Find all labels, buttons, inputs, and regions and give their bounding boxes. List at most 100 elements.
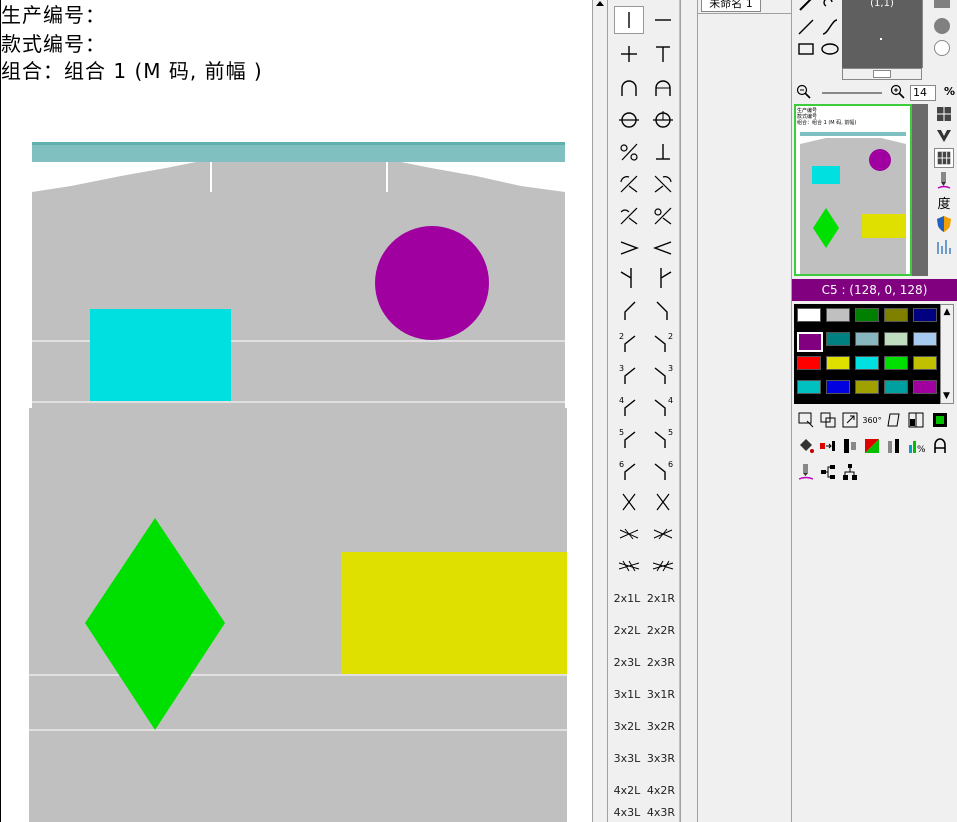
circle-split-tool[interactable] bbox=[648, 106, 678, 134]
chevron-down-icon[interactable]: ▼ bbox=[943, 391, 950, 401]
percent-slash-tool[interactable] bbox=[614, 138, 644, 166]
tool-2x1l[interactable]: 2x1L bbox=[612, 584, 642, 612]
cut-wave-mirror-tool[interactable] bbox=[648, 202, 678, 230]
percent-tool[interactable]: % bbox=[906, 436, 926, 456]
drawing-canvas[interactable]: 生产编号： 款式编号： 组合：组合 1 (M 码, 前幅 ) bbox=[0, 0, 592, 822]
thumbnail-scrollbar[interactable] bbox=[912, 104, 928, 276]
purple-circle[interactable] bbox=[375, 226, 489, 340]
tool-palette-scrollbar[interactable] bbox=[680, 0, 698, 822]
tool-4x3l[interactable]: 4x3L bbox=[612, 806, 642, 822]
color-swatch[interactable] bbox=[826, 380, 850, 394]
curve-icon[interactable] bbox=[820, 17, 840, 37]
tool-4x2r[interactable]: 4x2R bbox=[646, 776, 676, 804]
color-swatch[interactable] bbox=[913, 356, 937, 370]
double-x-alt-tool[interactable] bbox=[648, 520, 678, 548]
corner-right-6-tool[interactable]: 6 bbox=[648, 456, 678, 484]
tool-3x3l[interactable]: 3x3L bbox=[612, 744, 642, 772]
color-swatch[interactable] bbox=[913, 332, 937, 346]
ellipse-icon[interactable] bbox=[820, 39, 840, 59]
color-swatch[interactable] bbox=[884, 332, 908, 346]
double-x-tool[interactable] bbox=[614, 520, 644, 548]
spiral-icon[interactable] bbox=[820, 0, 840, 12]
cut-arc-tool[interactable] bbox=[614, 170, 644, 198]
color-swatch[interactable] bbox=[855, 332, 879, 346]
garment-pattern[interactable] bbox=[1, 0, 593, 822]
corner-right-tool[interactable] bbox=[648, 296, 678, 324]
fill-color-tool[interactable] bbox=[930, 410, 950, 430]
corner-left-3-tool[interactable]: 3 bbox=[614, 360, 644, 388]
corner-right-3-tool[interactable]: 3 bbox=[648, 360, 678, 388]
copy-tool[interactable] bbox=[818, 410, 838, 430]
line-icon[interactable] bbox=[796, 17, 816, 37]
color-swatch[interactable] bbox=[855, 380, 879, 394]
color-swatch[interactable] bbox=[884, 308, 908, 322]
color-swatch-selected[interactable] bbox=[797, 332, 823, 352]
cut-arc-mirror-tool[interactable] bbox=[648, 170, 678, 198]
color-swatch[interactable] bbox=[826, 332, 850, 346]
t-junction-tool[interactable] bbox=[648, 40, 678, 68]
rectangle-icon[interactable] bbox=[796, 39, 816, 59]
horizontal-line-tool[interactable] bbox=[648, 6, 678, 34]
document-tab[interactable]: 未命名 1 bbox=[701, 0, 761, 12]
bar-chart-icon[interactable] bbox=[934, 236, 954, 256]
color-swatch[interactable] bbox=[826, 356, 850, 370]
tool-2x1r[interactable]: 2x1R bbox=[646, 584, 676, 612]
zoom-out-icon[interactable] bbox=[796, 84, 812, 100]
tree-tool[interactable] bbox=[840, 462, 860, 482]
color-swatch[interactable] bbox=[855, 308, 879, 322]
corner-left-4-tool[interactable]: 4 bbox=[614, 392, 644, 420]
color-swatch[interactable] bbox=[797, 380, 821, 394]
corner-right-5-tool[interactable]: 5 bbox=[648, 424, 678, 452]
move-color-tool[interactable] bbox=[818, 436, 838, 456]
tool-3x3r[interactable]: 3x3R bbox=[646, 744, 676, 772]
align-tool[interactable] bbox=[840, 436, 860, 456]
corner-left-tool[interactable] bbox=[614, 296, 644, 324]
color-swatch[interactable] bbox=[913, 308, 937, 322]
arch-tool[interactable] bbox=[614, 74, 644, 102]
preview-horizontal-scrollbar[interactable] bbox=[842, 68, 922, 80]
arch-split-tool[interactable] bbox=[648, 74, 678, 102]
color-swatch[interactable] bbox=[884, 356, 908, 370]
preview-scroll-thumb[interactable] bbox=[873, 70, 891, 78]
corner-right-2-tool[interactable]: 2 bbox=[648, 328, 678, 356]
color-swatch[interactable] bbox=[855, 356, 879, 370]
scroll-up-icon[interactable] bbox=[596, 1, 604, 6]
bar-tool[interactable] bbox=[884, 436, 904, 456]
y-right-tool[interactable] bbox=[648, 264, 678, 292]
square-fill-icon[interactable] bbox=[934, 0, 950, 8]
color-swatch[interactable] bbox=[913, 380, 937, 394]
perpendicular-tool[interactable] bbox=[648, 138, 678, 166]
circle-horizontal-tool[interactable] bbox=[614, 106, 644, 134]
tool-3x2r[interactable]: 3x2R bbox=[646, 712, 676, 740]
corner-left-6-tool[interactable]: 6 bbox=[614, 456, 644, 484]
chevron-up-icon[interactable]: ▲ bbox=[941, 307, 953, 317]
less-than-tool[interactable] bbox=[648, 234, 678, 262]
cross-tool[interactable] bbox=[614, 40, 644, 68]
zoom-in-icon[interactable] bbox=[890, 84, 906, 100]
corner-right-4-tool[interactable]: 4 bbox=[648, 392, 678, 420]
color-swatch[interactable] bbox=[797, 356, 821, 370]
cut-wave-tool[interactable] bbox=[614, 202, 644, 230]
cross-x-tool[interactable] bbox=[614, 488, 644, 516]
cyan-rectangle[interactable] bbox=[90, 309, 231, 401]
grid-icon[interactable] bbox=[934, 104, 954, 124]
yellow-rectangle[interactable] bbox=[341, 552, 567, 674]
cross-x-alt-tool[interactable] bbox=[648, 488, 678, 516]
tool-2x3r[interactable]: 2x3R bbox=[646, 648, 676, 676]
tool-2x2l[interactable]: 2x2L bbox=[612, 616, 642, 644]
color-swatch[interactable] bbox=[797, 308, 821, 322]
hierarchy-tool[interactable] bbox=[818, 462, 838, 482]
text-a-tool[interactable] bbox=[930, 436, 950, 456]
bucket-tool[interactable] bbox=[796, 436, 816, 456]
vertical-line-tool[interactable] bbox=[614, 6, 644, 34]
shield-icon[interactable] bbox=[934, 214, 954, 234]
corner-left-2-tool[interactable]: 2 bbox=[614, 328, 644, 356]
preview-vertical-scrollbar[interactable] bbox=[922, 0, 930, 68]
pen-marker-tool[interactable] bbox=[796, 462, 816, 482]
scale-tool[interactable] bbox=[840, 410, 860, 430]
y-left-tool[interactable] bbox=[614, 264, 644, 292]
triple-x-alt-tool[interactable] bbox=[648, 552, 678, 580]
tool-2x2r[interactable]: 2x2R bbox=[646, 616, 676, 644]
tool-3x1l[interactable]: 3x1L bbox=[612, 680, 642, 708]
fold-icon[interactable] bbox=[934, 126, 954, 146]
